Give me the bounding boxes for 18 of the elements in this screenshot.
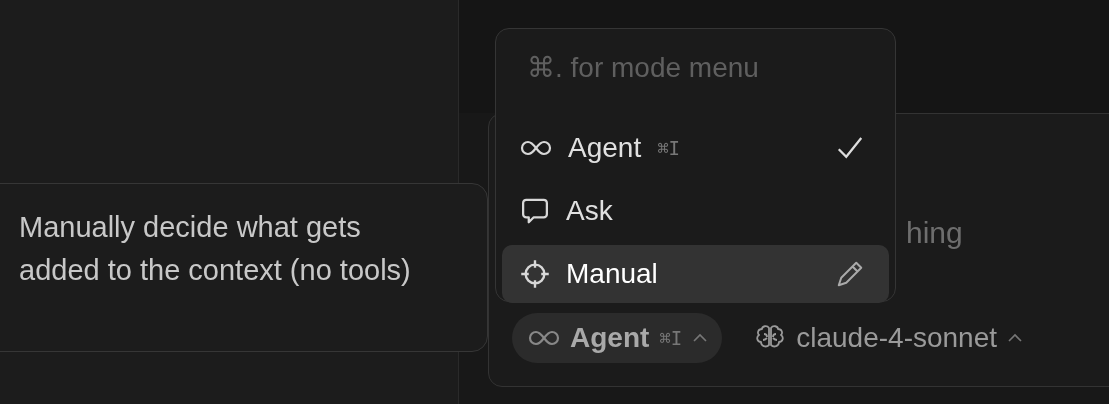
menu-item[interactable]: Manual <box>502 245 889 303</box>
pencil-icon[interactable] <box>835 259 865 289</box>
menu-item[interactable]: Ask <box>502 182 889 240</box>
shortcut-label: ⌘I <box>657 137 681 159</box>
mode-button[interactable]: Agent ⌘I <box>512 313 723 363</box>
speech-bubble-icon <box>520 196 550 226</box>
crosshair-icon <box>520 259 550 289</box>
menu-item[interactable]: Agent ⌘I <box>502 119 889 177</box>
chevron-up-icon <box>1007 333 1024 343</box>
menu-item-label: Manual <box>566 258 658 290</box>
menu-item-label: Agent <box>568 132 642 164</box>
chevron-up-icon <box>692 333 709 343</box>
infinity-icon <box>528 330 560 346</box>
menu-hint: ⌘. for mode menu <box>526 51 760 85</box>
menu-item-label: Ask <box>566 195 613 227</box>
tooltip-text: Manually decide what gets added to the context (no tools) <box>19 210 412 288</box>
model-button[interactable]: claude-4-sonnet <box>742 322 1024 354</box>
infinity-icon <box>520 140 552 156</box>
